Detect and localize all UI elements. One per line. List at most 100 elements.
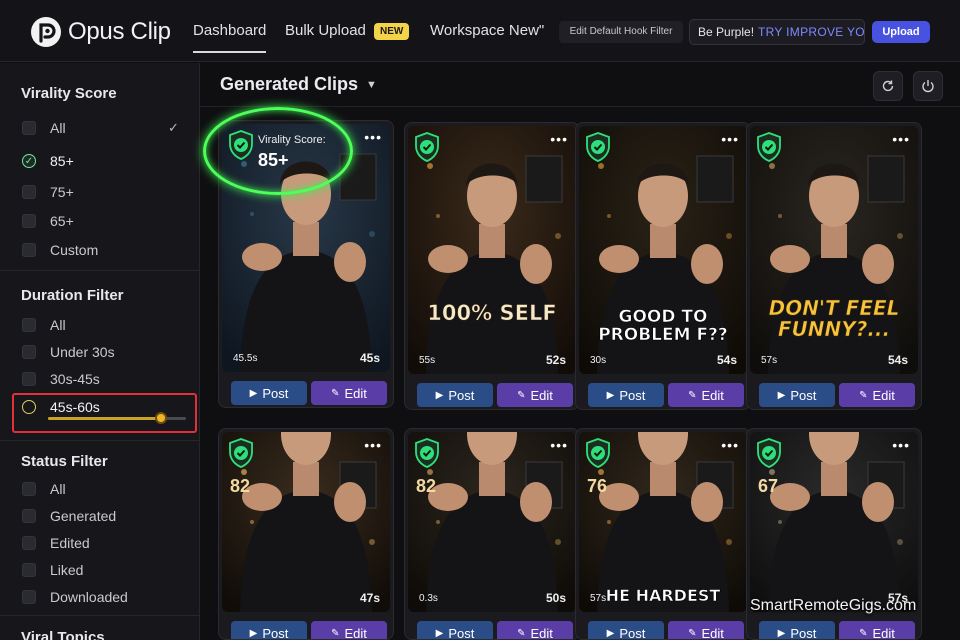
hook-filter-button[interactable]: Edit Default Hook Filter <box>559 21 683 43</box>
clip-card[interactable]: ••• 100% SELF 55s 52s ▶ Post ✎ Edit <box>404 122 580 410</box>
play-icon: ▶ <box>249 627 258 639</box>
checkbox[interactable] <box>22 185 36 199</box>
clip-thumbnail[interactable]: ••• DON'T FEEL FUNNY?... 57s 54s <box>750 126 918 374</box>
checkbox[interactable] <box>22 590 36 604</box>
nav-dashboard[interactable]: Dashboard <box>193 22 267 53</box>
new-badge: NEW <box>374 23 410 40</box>
checkbox[interactable] <box>22 536 36 550</box>
checkbox[interactable] <box>22 214 36 228</box>
post-label: Post <box>790 625 817 640</box>
play-icon: ▶ <box>249 387 258 399</box>
more-options-icon[interactable]: ••• <box>721 132 739 146</box>
prompt-input[interactable]: Be Purple! TRY IMPROVE YO <box>689 19 865 45</box>
virality-option-85[interactable]: ✓ 85+ <box>22 152 74 170</box>
virality-option-all[interactable]: All <box>22 119 66 137</box>
logo[interactable]: Opus Clip <box>30 16 171 48</box>
clip-thumbnail[interactable]: ••• 76 HE HARDEST 57s <box>579 432 747 612</box>
nav-bulk-upload[interactable]: Bulk Upload <box>285 22 366 39</box>
status-option-liked[interactable]: Liked <box>22 561 83 579</box>
clip-thumbnail[interactable]: ••• GOOD TO PROBLEM F?? 30s 54s <box>579 126 747 374</box>
virality-option-75[interactable]: 75+ <box>22 183 74 201</box>
status-option-downloaded[interactable]: Downloaded <box>22 588 128 606</box>
post-label: Post <box>448 625 475 640</box>
more-options-icon[interactable]: ••• <box>721 438 739 452</box>
refresh-button[interactable] <box>873 71 903 101</box>
more-options-icon[interactable]: ••• <box>892 438 910 452</box>
edit-label: Edit <box>530 387 553 403</box>
more-options-icon[interactable]: ••• <box>364 130 382 144</box>
highlight-circle <box>203 107 353 195</box>
post-button[interactable]: ▶ Post <box>231 381 307 405</box>
clip-card[interactable]: ••• DON'T FEEL FUNNY?... 57s 54s ▶ Post ✎ Edit <box>746 122 922 410</box>
clip-thumbnail[interactable]: ••• 82 47s <box>222 432 390 612</box>
shield-check-icon <box>757 438 781 468</box>
edit-button[interactable]: ✎ Edit <box>839 383 915 407</box>
status-option-generated[interactable]: Generated <box>22 507 116 525</box>
checkbox[interactable] <box>22 482 36 496</box>
duration-option-under-30s[interactable]: Under 30s <box>22 343 115 361</box>
more-options-icon[interactable]: ••• <box>550 438 568 452</box>
post-label: Post <box>448 387 475 403</box>
edit-button[interactable]: ✎ Edit <box>311 621 387 639</box>
post-button[interactable]: ▶ Post <box>759 621 835 640</box>
clip-source-duration: 45.5s <box>233 353 258 364</box>
checkbox[interactable] <box>22 563 36 577</box>
edit-button[interactable]: ✎ Edit <box>497 621 573 640</box>
post-button[interactable]: ▶ Post <box>417 383 493 407</box>
more-options-icon[interactable]: ••• <box>550 132 568 146</box>
clip-duration: 47s <box>359 591 380 605</box>
clip-thumbnail[interactable]: ••• 67 57s <box>750 432 918 612</box>
checkbox[interactable] <box>22 345 36 359</box>
virality-score: 82 <box>416 476 437 496</box>
edit-button[interactable]: ✎ Edit <box>497 383 573 407</box>
clip-duration: 45s <box>359 351 380 365</box>
edit-label: Edit <box>530 625 553 640</box>
clip-card[interactable]: ••• 76 HE HARDEST 57s ▶ Post ✎ Edit <box>575 428 751 640</box>
play-icon: ▶ <box>777 389 786 401</box>
post-button[interactable]: ▶ Post <box>588 621 664 639</box>
upload-button[interactable]: Upload <box>872 21 930 43</box>
checked-checkbox[interactable]: ✓ <box>22 154 36 168</box>
checkbox[interactable] <box>22 318 36 332</box>
clip-thumbnail[interactable]: ••• 82 0.3s 50s <box>408 432 576 612</box>
more-options-icon[interactable]: ••• <box>364 438 382 452</box>
clip-duration: 54s <box>887 353 908 367</box>
filter-sidebar: Virality Score All ✓ ✓ 85+ 75+ 65+ Custom… <box>0 63 200 640</box>
duration-option-30-45s[interactable]: 30s-45s <box>22 370 100 388</box>
post-button[interactable]: ▶ Post <box>417 621 493 640</box>
edit-button[interactable]: ✎ Edit <box>839 621 915 639</box>
clip-card[interactable]: ••• 82 0.3s 50s ▶ Post ✎ Edit <box>404 428 580 640</box>
power-button[interactable] <box>913 71 943 101</box>
status-option-all[interactable]: All <box>22 480 66 498</box>
post-button[interactable]: ▶ Post <box>231 621 307 639</box>
checkbox[interactable] <box>22 121 36 135</box>
nav-workspace[interactable]: Workspace New" <box>430 22 544 39</box>
edit-button[interactable]: ✎ Edit <box>668 621 744 639</box>
shield-check-icon <box>757 132 781 162</box>
more-options-icon[interactable]: ••• <box>892 132 910 146</box>
virality-score: 76 <box>587 476 608 496</box>
shield-check-icon <box>586 438 610 468</box>
clip-card[interactable]: ••• GOOD TO PROBLEM F?? 30s 54s ▶ Post ✎ Edit <box>575 122 751 410</box>
prompt-cta: TRY IMPROVE YO <box>758 25 865 39</box>
status-option-edited[interactable]: Edited <box>22 534 90 552</box>
play-icon: ▶ <box>606 627 615 639</box>
checkbox[interactable] <box>22 509 36 523</box>
edit-button[interactable]: ✎ Edit <box>668 383 744 407</box>
virality-option-65[interactable]: 65+ <box>22 212 74 230</box>
clip-duration: 54s <box>716 353 737 367</box>
post-button[interactable]: ▶ Post <box>759 383 835 407</box>
option-label: All <box>50 120 66 136</box>
option-label: Downloaded <box>50 589 128 605</box>
post-button[interactable]: ▶ Post <box>588 383 664 407</box>
clip-caption: 100% SELF <box>427 301 557 325</box>
duration-option-all[interactable]: All <box>22 316 66 334</box>
checkbox[interactable] <box>22 372 36 386</box>
generated-clips-dropdown[interactable]: Generated Clips ▼ <box>220 74 377 95</box>
virality-option-custom[interactable]: Custom <box>22 241 98 259</box>
clip-card[interactable]: ••• 82 47s ▶ Post ✎ Edit <box>218 428 394 640</box>
clip-thumbnail[interactable]: ••• 100% SELF 55s 52s <box>408 126 576 374</box>
checkbox[interactable] <box>22 243 36 257</box>
edit-button[interactable]: ✎ Edit <box>311 381 387 405</box>
power-icon <box>922 80 934 93</box>
